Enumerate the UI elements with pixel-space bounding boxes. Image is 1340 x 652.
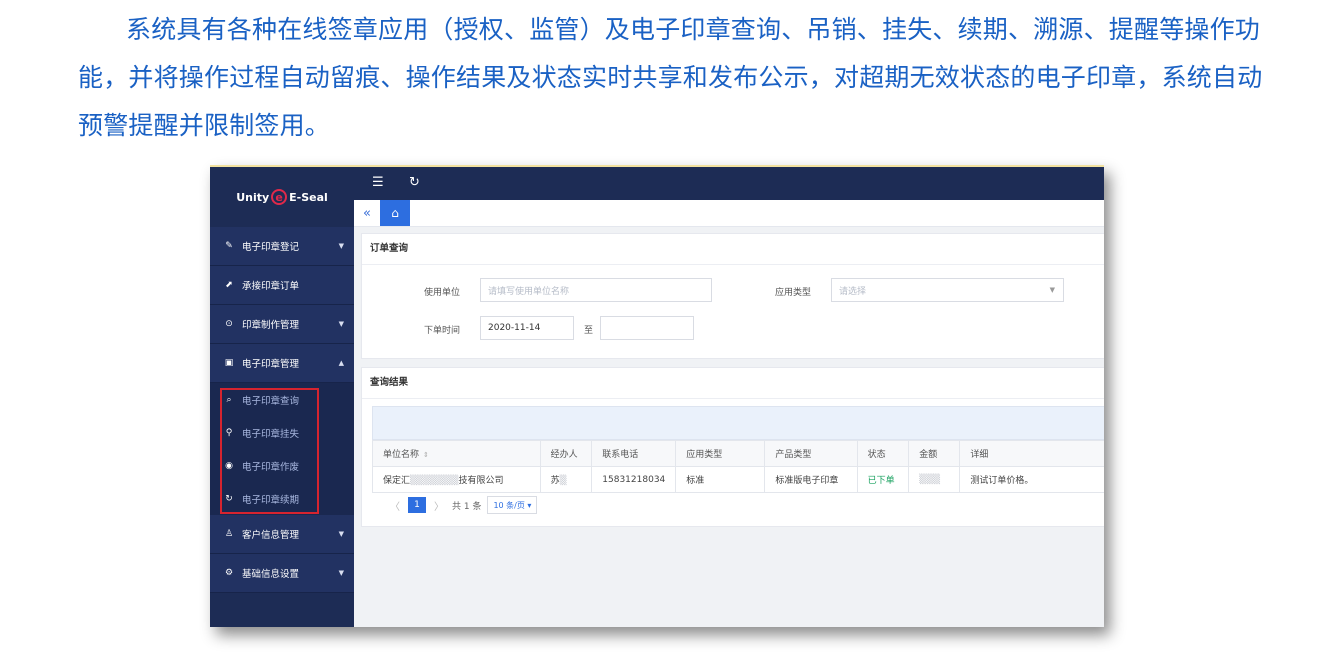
page-1-button[interactable]: 1: [408, 497, 426, 513]
chevron-up-icon: ▲: [338, 359, 344, 367]
cell-amount: ▒▒▒: [908, 466, 961, 493]
sidebar-item-label: 承接印章订单: [242, 281, 300, 292]
order-date-label: 下单时间: [424, 326, 461, 336]
sidebar-item-seal-register[interactable]: ✎ 电子印章登记 ▼: [210, 227, 354, 266]
edit-icon: ✎: [225, 241, 233, 251]
tab-bar: « ⌂: [354, 200, 1104, 227]
order-query-panel: 订单查询 使用单位 请填写使用单位名称 应用类型 请选择 ▼ 下单时间 2020…: [361, 233, 1104, 359]
total-count: 共 1 条: [452, 501, 482, 512]
sidebar-subitem-seal-void[interactable]: ◉ 电子印章作废: [210, 449, 354, 482]
lock-icon: ♙: [224, 529, 234, 539]
cell-app-type: 标准: [675, 466, 766, 493]
sidebar-item-label: 基础信息设置: [242, 569, 300, 580]
table-header-row: 单位名称 ⇕ 经办人 联系电话 应用类型 产品类型 状态 金额 详细: [372, 440, 1104, 467]
radio-dot-icon: ◉: [225, 460, 233, 471]
pagination: 〈 1 〉 共 1 条 10 条/页 ▾: [382, 496, 538, 514]
date-to-input[interactable]: [600, 316, 694, 340]
refresh-icon: ↻: [225, 493, 233, 504]
seal-management-submenu: ⌕ 电子印章查询 ⚲ 电子印章挂失 ◉ 电子印章作废 ↻ 电子印章续期: [210, 383, 354, 515]
chevron-down-icon: ▼: [1049, 286, 1055, 294]
query-results-panel: 查询结果 单位名称⇕ 经办人 联系电话 应用类型 产品类型 状态 金额 详细: [361, 367, 1104, 527]
app-type-placeholder: 请选择: [839, 286, 867, 297]
sidebar-subitem-seal-renew[interactable]: ↻ 电子印章续期: [210, 482, 354, 515]
table-toolbar: [372, 406, 1104, 440]
cell-product: 标准版电子印章: [764, 466, 858, 493]
sidebar-item-label: 印章制作管理: [242, 320, 300, 331]
refresh-icon[interactable]: ↻: [409, 175, 420, 190]
next-page-icon[interactable]: 〉: [434, 498, 444, 513]
sidebar-subitem-seal-loss[interactable]: ⚲ 电子印章挂失: [210, 416, 354, 449]
sidebar-item-basic-settings[interactable]: ⚙ 基础信息设置 ▼: [210, 554, 354, 593]
results-table: 单位名称 ⇕ 经办人 联系电话 应用类型 产品类型 状态 金额 详细 保定汇▒▒▒…: [372, 440, 1104, 493]
key-icon: ⚲: [225, 427, 233, 438]
calendar-check-icon: ▣: [224, 358, 234, 368]
chevron-down-icon: ▼: [338, 320, 344, 328]
sidebar-menu-lower: ♙ 客户信息管理 ▼ ⚙ 基础信息设置 ▼: [210, 515, 354, 593]
sidebar-item-label: 电子印章登记: [242, 242, 300, 253]
logo-text-eseal: E-Seal: [289, 190, 328, 204]
intro-paragraph: 系统具有各种在线签章应用（授权、监管）及电子印章查询、吊销、挂失、续期、溯源、提…: [78, 15, 1263, 140]
column-header: 产品类型: [764, 440, 858, 467]
column-header: 详细: [959, 440, 1104, 467]
sidebar-item-label: 电子印章管理: [242, 359, 300, 370]
sidebar: Unity e E-Seal ✎ 电子印章登记 ▼ ⬈ 承接印章订单 ⊙ 印章制…: [210, 167, 354, 627]
chevron-down-icon: ▼: [338, 530, 344, 538]
app-screenshot: Unity e E-Seal ✎ 电子印章登记 ▼ ⬈ 承接印章订单 ⊙ 印章制…: [210, 165, 1104, 627]
sidebar-item-seal-orders[interactable]: ⬈ 承接印章订单: [210, 266, 354, 305]
logo-e-icon: e: [271, 189, 288, 205]
column-header[interactable]: 单位名称 ⇕: [372, 440, 541, 467]
sidebar-item-label: 电子印章挂失: [242, 428, 300, 440]
app-type-label: 应用类型: [775, 288, 812, 298]
blurred-text: ▒: [559, 476, 567, 486]
chevron-down-icon: ▼: [338, 569, 344, 577]
column-header: 金额: [908, 440, 961, 467]
cell-unit: 保定汇▒▒▒▒▒▒▒技有限公司: [372, 466, 541, 493]
cell-handler: 苏▒: [539, 466, 593, 493]
collapse-tabs-icon[interactable]: «: [354, 200, 380, 226]
date-from-input[interactable]: 2020-11-14: [480, 316, 574, 340]
sort-icon[interactable]: ⇕: [423, 451, 429, 459]
table-row[interactable]: 保定汇▒▒▒▒▒▒▒技有限公司 苏▒ 15831218034 标准 标准版电子印…: [372, 466, 1104, 493]
blurred-text: ▒▒▒▒▒▒▒: [410, 476, 459, 486]
app-type-select[interactable]: 请选择 ▼: [831, 278, 1064, 302]
sidebar-item-customer-info[interactable]: ♙ 客户信息管理 ▼: [210, 515, 354, 554]
status-badge: 已下单: [856, 466, 910, 493]
menu-toggle-icon[interactable]: ☰: [372, 175, 384, 190]
sidebar-menu: ✎ 电子印章登记 ▼ ⬈ 承接印章订单 ⊙ 印章制作管理 ▼ ▣ 电子印章管理 …: [210, 227, 354, 383]
unit-label: 使用单位: [424, 288, 461, 298]
prev-page-icon[interactable]: 〈: [390, 498, 400, 513]
page-size-select[interactable]: 10 条/页 ▾: [487, 496, 538, 514]
sidebar-item-seal-management[interactable]: ▣ 电子印章管理 ▲: [210, 344, 354, 383]
top-bar: ☰ ↻: [354, 167, 1104, 200]
app-logo: Unity e E-Seal: [210, 167, 354, 227]
search-icon: ⌕: [226, 394, 232, 405]
logo-text-unity: Unity: [236, 190, 270, 204]
column-header: 应用类型: [675, 440, 766, 467]
sidebar-subitem-seal-query[interactable]: ⌕ 电子印章查询: [210, 383, 354, 416]
cell-phone: 15831218034: [591, 466, 677, 493]
tab-home[interactable]: ⌂: [380, 200, 410, 226]
panel-title: 订单查询: [362, 234, 1104, 265]
sidebar-item-label: 客户信息管理: [242, 530, 300, 541]
chevron-down-icon: ▼: [338, 242, 344, 250]
column-header: 状态: [856, 440, 910, 467]
cell-detail: 测试订单价格。: [959, 466, 1104, 493]
date-separator: 至: [584, 326, 594, 336]
target-icon: ⊙: [225, 319, 233, 329]
column-header: 联系电话: [591, 440, 677, 467]
panel-title: 查询结果: [362, 368, 1104, 399]
gear-icon: ⚙: [224, 568, 234, 578]
column-header: 经办人: [539, 440, 593, 467]
sidebar-item-seal-production[interactable]: ⊙ 印章制作管理 ▼: [210, 305, 354, 344]
sidebar-item-label: 电子印章查询: [242, 395, 300, 407]
sidebar-item-label: 电子印章作废: [242, 461, 300, 473]
unit-input[interactable]: 请填写使用单位名称: [480, 278, 712, 302]
external-link-icon: ⬈: [225, 280, 233, 290]
sidebar-item-label: 电子印章续期: [242, 494, 300, 506]
